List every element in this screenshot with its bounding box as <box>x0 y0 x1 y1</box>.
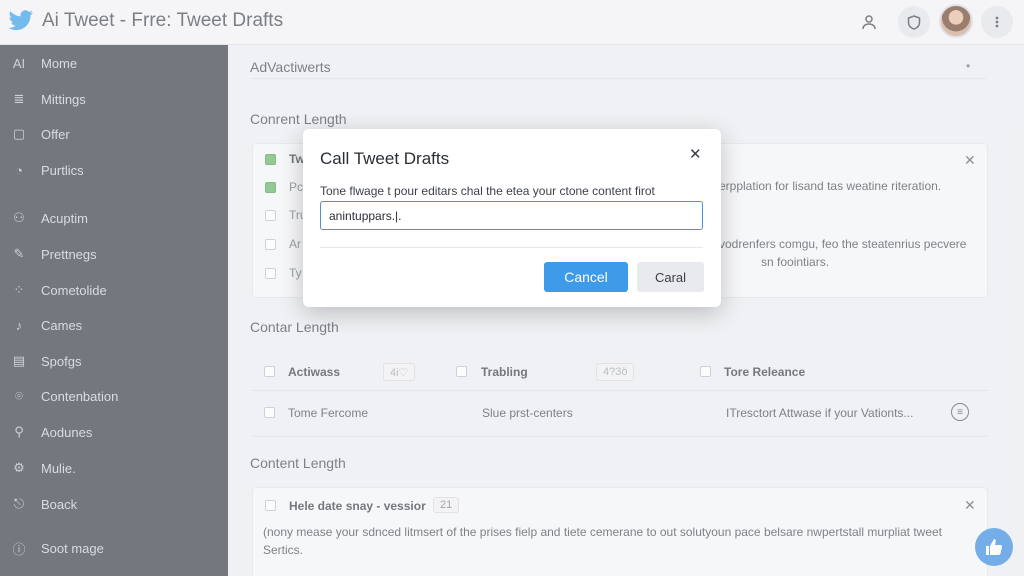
divider <box>320 247 703 248</box>
tone-input[interactable] <box>320 201 703 230</box>
modal-label: Tone flwage t pour editars chal the etea… <box>320 184 655 198</box>
close-icon[interactable]: ✕ <box>689 145 702 163</box>
tweet-drafts-modal: Call Tweet Drafts ✕ Tone flwage t pour e… <box>303 129 721 307</box>
caral-button[interactable]: Caral <box>637 262 704 292</box>
cancel-button[interactable]: Cancel <box>544 262 628 292</box>
modal-title: Call Tweet Drafts <box>320 149 450 168</box>
